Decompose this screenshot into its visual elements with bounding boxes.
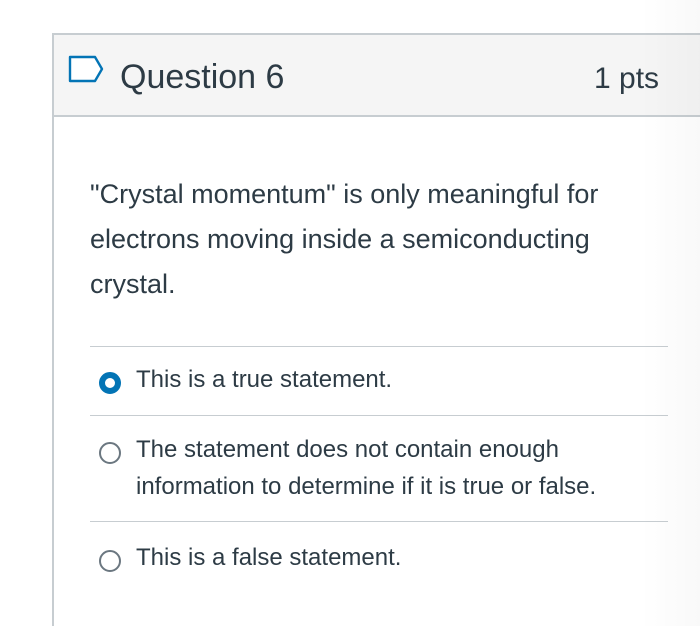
question-title: Question 6 — [120, 58, 285, 96]
answer-option-false[interactable]: This is a false statement. — [90, 521, 668, 591]
question-text: "Crystal momentum" is only meaningful fo… — [90, 179, 599, 299]
flag-icon[interactable] — [68, 55, 106, 83]
question-header: Question 6 1 pts — [54, 35, 700, 117]
question-points: 1 pts — [594, 62, 660, 95]
radio-selected-icon[interactable] — [99, 372, 121, 394]
answer-option-insufficient[interactable]: The statement does not contain enough in… — [90, 415, 668, 521]
quiz-page: Question 6 1 pts "Crystal momentum" is o… — [0, 0, 700, 626]
answer-label: The statement does not contain enough in… — [136, 436, 597, 500]
answer-list: This is a true statement. The statement … — [90, 346, 668, 591]
answer-label: This is a false statement. — [136, 544, 402, 571]
answer-option-true[interactable]: This is a true statement. — [90, 346, 668, 415]
answer-label: This is a true statement. — [136, 366, 393, 393]
radio-unselected-icon[interactable] — [99, 442, 121, 464]
radio-unselected-icon[interactable] — [99, 550, 121, 572]
